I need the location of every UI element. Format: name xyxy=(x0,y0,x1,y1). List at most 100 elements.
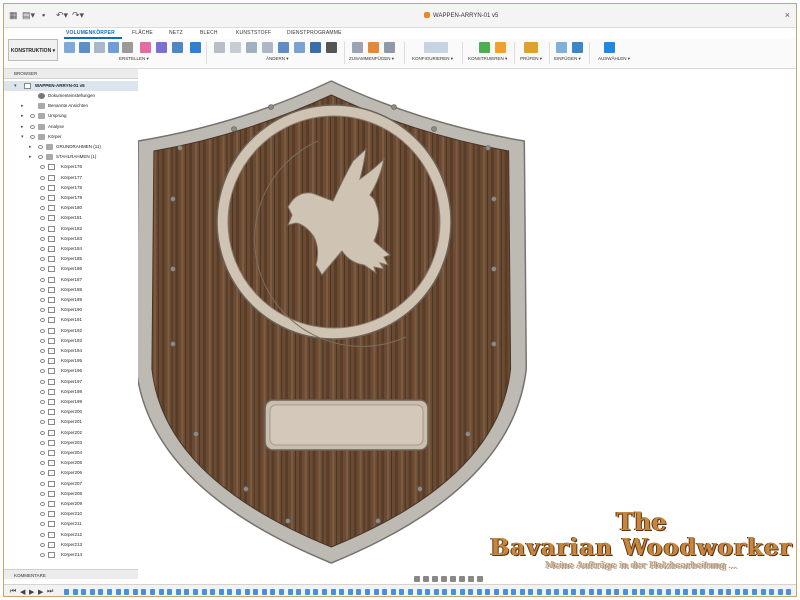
timeline-feature[interactable] xyxy=(227,589,233,595)
timeline-feature[interactable] xyxy=(107,589,112,595)
timeline-end-icon[interactable]: ⏭ xyxy=(47,588,53,596)
timeline-feature[interactable] xyxy=(786,589,792,595)
timeline-feature[interactable] xyxy=(193,589,198,595)
timeline-feature[interactable] xyxy=(580,589,585,595)
expand-arrow-icon[interactable]: ▸ xyxy=(29,142,32,152)
browser-body-row[interactable]: Körper176 xyxy=(4,162,138,172)
visibility-eye-icon[interactable] xyxy=(40,165,45,170)
file-menu-icon[interactable]: ▤▾ xyxy=(22,10,35,20)
browser-node[interactable]: ▾ Körper xyxy=(4,132,138,142)
timeline-feature[interactable] xyxy=(304,589,310,595)
browser-body-row[interactable]: Körper191 xyxy=(4,315,138,325)
timeline-feature[interactable] xyxy=(614,589,620,595)
timeline-feature[interactable] xyxy=(528,589,534,595)
expand-arrow-icon[interactable]: ▸ xyxy=(21,122,24,132)
fit-icon[interactable] xyxy=(450,576,456,582)
timeline-feature[interactable] xyxy=(382,589,388,595)
pattern-icon[interactable] xyxy=(190,42,201,53)
browser-body-row[interactable]: Körper200 xyxy=(4,407,138,417)
timeline-feature[interactable] xyxy=(313,589,319,595)
visibility-eye-icon[interactable] xyxy=(40,277,45,282)
browser-body-row[interactable]: Körper177 xyxy=(4,173,138,183)
look-at-icon[interactable] xyxy=(423,576,429,582)
loft-icon[interactable] xyxy=(140,42,151,53)
timeline-feature[interactable] xyxy=(674,589,680,595)
group-zusammenfuegen[interactable]: ZUSAMMENFÜGEN ▾ xyxy=(349,56,394,62)
browser-body-row[interactable]: Körper209 xyxy=(4,499,138,509)
timeline-feature[interactable] xyxy=(201,589,207,595)
browser-body-row[interactable]: Körper189 xyxy=(4,295,138,305)
new-component-icon[interactable] xyxy=(64,42,75,53)
visibility-eye-icon[interactable] xyxy=(40,349,45,353)
tab-flaeche[interactable]: FLÄCHE xyxy=(132,30,153,36)
timeline-feature[interactable] xyxy=(425,589,431,595)
timeline-feature[interactable] xyxy=(451,589,456,595)
timeline-feature[interactable] xyxy=(502,589,508,595)
sketch-icon[interactable] xyxy=(79,42,90,53)
comments-panel-header[interactable]: KOMMENTARE xyxy=(4,569,138,579)
timeline-feature[interactable] xyxy=(631,589,637,595)
group-konfigurieren[interactable]: KONFIGURIEREN ▾ xyxy=(412,56,453,62)
timeline-feature[interactable] xyxy=(605,589,611,595)
browser-body-row[interactable]: Körper184 xyxy=(4,244,138,254)
visibility-eye-icon[interactable] xyxy=(40,247,45,251)
timeline-feature[interactable] xyxy=(416,589,422,595)
timeline-prev-icon[interactable]: ◀ xyxy=(20,588,25,596)
browser-body-row[interactable]: Körper188 xyxy=(4,285,138,295)
tab-volumenkoerper[interactable]: VOLUMENKÖRPER xyxy=(66,30,115,36)
measure-icon[interactable] xyxy=(524,42,538,53)
browser-body-row[interactable]: Körper180 xyxy=(4,203,138,213)
visibility-eye-icon[interactable] xyxy=(40,206,45,211)
scale-icon[interactable] xyxy=(294,42,305,53)
visibility-eye-icon[interactable] xyxy=(40,369,45,374)
timeline-feature[interactable] xyxy=(562,589,568,595)
timeline-feature[interactable] xyxy=(683,589,689,595)
expand-arrow-icon[interactable]: ▸ xyxy=(21,111,24,121)
visibility-eye-icon[interactable] xyxy=(40,257,45,262)
visibility-eye-icon[interactable] xyxy=(40,471,45,476)
visibility-eye-icon[interactable] xyxy=(30,114,35,119)
timeline-feature[interactable] xyxy=(519,589,525,595)
visibility-eye-icon[interactable] xyxy=(40,440,45,445)
browser-node[interactable]: ▸ Analyse xyxy=(4,122,138,132)
visibility-eye-icon[interactable] xyxy=(40,318,45,323)
visibility-eye-icon[interactable] xyxy=(40,430,45,435)
timeline-feature[interactable] xyxy=(115,589,121,595)
visibility-eye-icon[interactable] xyxy=(40,481,45,486)
timeline-feature[interactable] xyxy=(347,589,353,595)
timeline-feature[interactable] xyxy=(408,589,413,595)
visibility-eye-icon[interactable] xyxy=(40,532,45,537)
timeline-feature[interactable] xyxy=(98,589,104,595)
browser-body-row[interactable]: Körper179 xyxy=(4,193,138,203)
pan-icon[interactable] xyxy=(432,576,438,582)
expand-arrow-icon[interactable]: ▸ xyxy=(21,101,24,111)
visibility-eye-icon[interactable] xyxy=(38,155,43,160)
browser-node[interactable]: ▸ GRUNDRAHMEN (11) xyxy=(4,142,138,152)
timeline-feature[interactable] xyxy=(666,589,671,595)
timeline-feature[interactable] xyxy=(476,589,482,595)
timeline-next-icon[interactable]: ▶ xyxy=(38,588,43,596)
group-einfuegen[interactable]: EINFÜGEN ▾ xyxy=(554,56,581,62)
timeline-feature[interactable] xyxy=(210,589,216,595)
timeline-feature[interactable] xyxy=(545,589,551,595)
timeline-feature[interactable] xyxy=(330,589,336,595)
chamfer-icon[interactable] xyxy=(246,42,257,53)
timeline-feature[interactable] xyxy=(442,589,448,595)
browser-node[interactable]: ▸ Ursprung xyxy=(4,111,138,121)
timeline-feature[interactable] xyxy=(339,589,345,595)
timeline-feature[interactable] xyxy=(537,589,542,595)
canvas-viewport[interactable] xyxy=(135,69,796,569)
browser-body-row[interactable]: Körper196 xyxy=(4,366,138,376)
timeline-start-icon[interactable]: ⏮ xyxy=(10,588,16,596)
box-icon[interactable] xyxy=(156,42,167,53)
visibility-eye-icon[interactable] xyxy=(40,553,45,557)
timeline-feature[interactable] xyxy=(777,589,783,595)
browser-body-row[interactable]: Körper199 xyxy=(4,397,138,407)
group-auswaehlen[interactable]: AUSWÄHLEN ▾ xyxy=(598,56,630,62)
sweep-icon[interactable] xyxy=(122,42,133,53)
joint-icon[interactable] xyxy=(352,42,363,53)
grid-settings-icon[interactable] xyxy=(468,576,474,582)
browser-body-row[interactable]: Körper214 xyxy=(4,550,138,560)
timeline-feature[interactable] xyxy=(81,589,87,595)
undo-icon[interactable]: ↶▾ xyxy=(56,10,68,20)
